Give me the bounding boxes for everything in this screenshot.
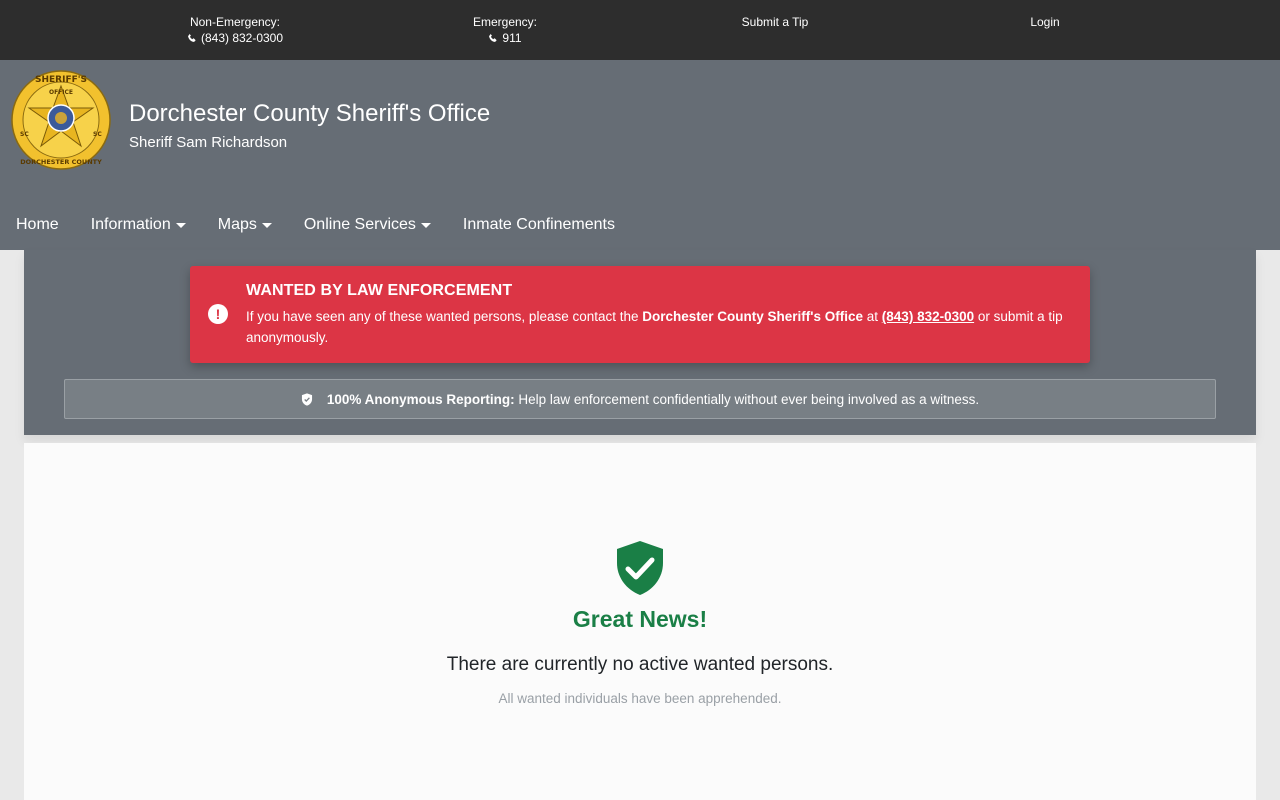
emergency-contact[interactable]: Emergency: 911 — [455, 14, 555, 46]
nav-home-label: Home — [16, 216, 59, 233]
alert-text-before: If you have seen any of these wanted per… — [246, 309, 643, 324]
anonymous-text: Help law enforcement confidentially with… — [518, 391, 980, 407]
site-header: SHERIFF'S OFFICE DORCHESTER COUNTY SC SC… — [0, 60, 1280, 250]
wanted-banner-section: ! WANTED BY LAW ENFORCEMENT If you have … — [24, 250, 1256, 435]
nav-information[interactable]: Information — [91, 216, 186, 234]
nav-home[interactable]: Home — [16, 216, 59, 234]
non-emergency-label: Non-Emergency: — [189, 15, 281, 29]
badge-text-sc-right: SC — [93, 131, 102, 138]
nav-inmate-confinements[interactable]: Inmate Confinements — [463, 216, 615, 234]
badge-text-sc-left: SC — [20, 131, 29, 138]
nav-maps[interactable]: Maps — [218, 216, 272, 234]
site-title[interactable]: Dorchester County Sheriff's Office — [129, 100, 490, 128]
wanted-list-content: Great News! There are currently no activ… — [24, 443, 1256, 800]
alert-title: WANTED BY LAW ENFORCEMENT — [246, 282, 513, 299]
phone-icon — [489, 33, 497, 42]
badge-text-bottom: DORCHESTER COUNTY — [20, 158, 102, 166]
shield-check-icon — [301, 392, 312, 406]
badge-text-top: SHERIFF'S — [35, 75, 87, 85]
shield-check-icon — [617, 541, 663, 595]
emergency-phone: 911 — [502, 31, 522, 45]
submit-tip-link[interactable]: Submit a Tip — [725, 14, 825, 30]
caret-down-icon — [261, 222, 272, 228]
apprehended-message: All wanted individuals have been apprehe… — [498, 691, 782, 706]
alert-phone-link[interactable]: (843) 832-0300 — [882, 309, 974, 324]
emergency-label: Emergency: — [472, 15, 538, 29]
badge-text-office: OFFICE — [49, 89, 73, 96]
nav-information-label: Information — [90, 216, 171, 233]
non-emergency-phone: (843) 832-0300 — [200, 31, 284, 45]
nav-online-services-label: Online Services — [303, 216, 416, 233]
caret-down-icon — [420, 222, 431, 228]
sheriff-badge-logo[interactable]: SHERIFF'S OFFICE DORCHESTER COUNTY SC SC — [11, 70, 111, 170]
nav-inmate-confinements-label: Inmate Confinements — [462, 216, 615, 233]
nav-online-services[interactable]: Online Services — [304, 216, 431, 234]
site-subtitle: Sheriff Sam Richardson — [129, 134, 288, 151]
no-wanted-message: There are currently no active wanted per… — [446, 654, 834, 675]
main-nav: Home Information Maps Online Services In… — [0, 210, 631, 240]
wanted-alert: ! WANTED BY LAW ENFORCEMENT If you have … — [190, 266, 1090, 363]
exclamation-circle-icon: ! — [208, 304, 228, 324]
anonymous-bold: 100% Anonymous Reporting: — [326, 391, 515, 407]
top-bar: Non-Emergency: (843) 832-0300 Emergency:… — [0, 0, 1280, 60]
alert-body: If you have seen any of these wanted per… — [246, 306, 1076, 348]
login-link[interactable]: Login — [1005, 14, 1085, 30]
caret-down-icon — [175, 222, 186, 228]
nav-maps-label: Maps — [217, 216, 257, 233]
alert-agency: Dorchester County Sheriff's Office — [642, 309, 864, 324]
non-emergency-contact[interactable]: Non-Emergency: (843) 832-0300 — [175, 14, 295, 46]
anonymous-reporting-notice: 100% Anonymous Reporting: Help law enfor… — [64, 379, 1216, 419]
phone-icon — [188, 33, 196, 42]
alert-text-at: at — [863, 309, 882, 324]
great-news-heading: Great News! — [572, 606, 708, 632]
